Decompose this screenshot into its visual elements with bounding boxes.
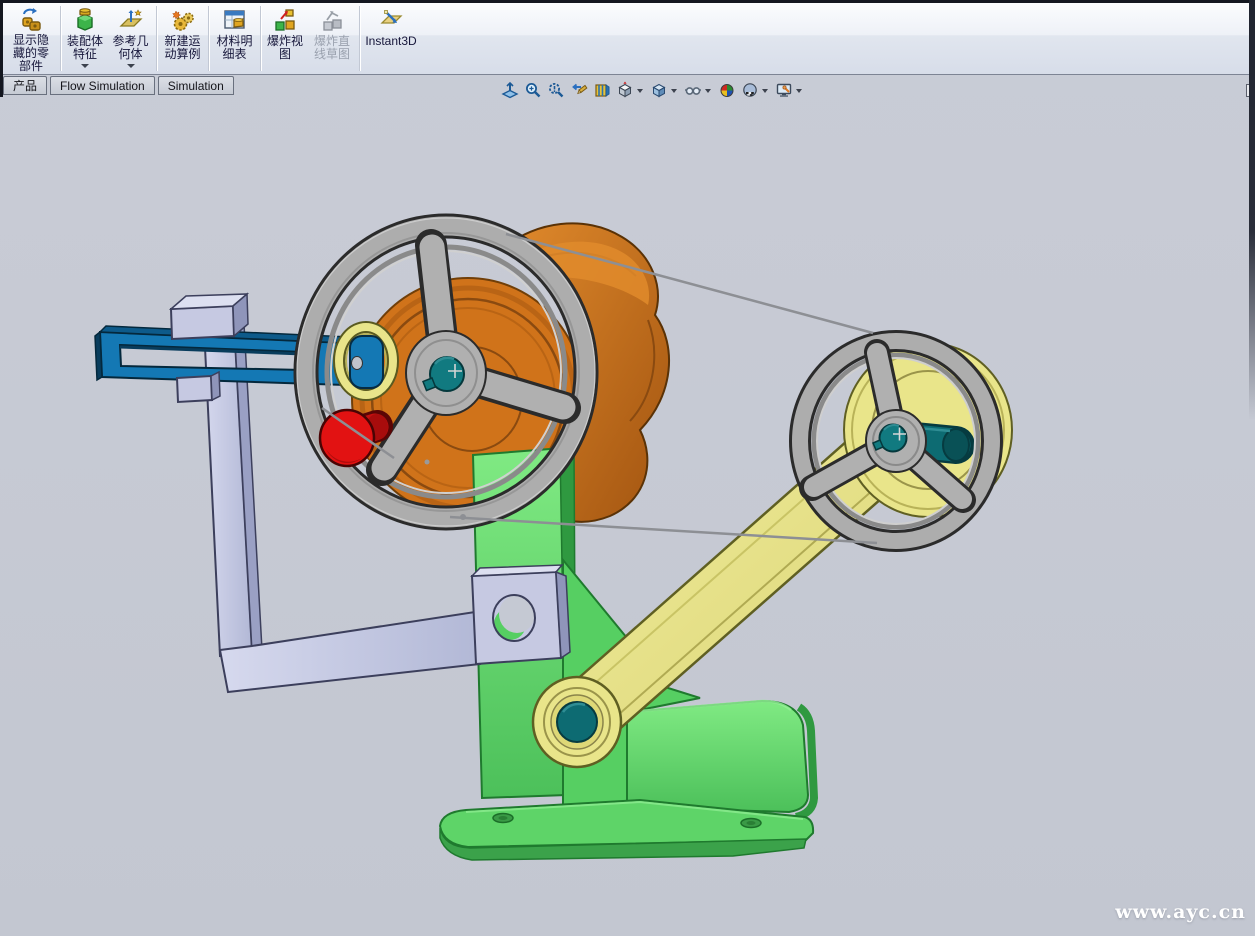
watermark: www.ayc.cn [1115,901,1246,923]
toolbar-separator [60,6,61,71]
toolbar-separator [359,6,360,71]
command-manager: 显示隐 藏的零 部件 装配体 特征 参考几 何体 新建运 动算例 [3,3,1249,75]
button-label: 材料明 细表 [216,35,252,61]
button-label: 新建运 动算例 [164,35,200,61]
assembly-features-button[interactable]: 装配体 特征 [63,3,107,73]
reference-geometry-icon [118,6,144,34]
apply-scene-icon[interactable] [739,80,760,101]
button-label: 装配体 特征 [67,35,103,61]
window-border-left [0,0,3,97]
edit-appearance-icon[interactable] [716,80,737,101]
new-motion-study-button[interactable]: 新建运 动算例 [159,3,206,73]
button-label: Instant3D [365,35,416,48]
solidworks-window: www.ayc.cn 显示隐 藏的零 部件 装配体 特征 参考几 何体 [0,0,1255,936]
exploded-view-icon [272,6,298,34]
zoom-in-out-icon[interactable] [522,80,543,101]
toolbar-separator [156,6,157,71]
dropdown-arrow-icon[interactable] [705,89,711,93]
instant3d-icon [378,6,404,34]
tab-product[interactable]: 产品 [3,76,47,95]
assembly-model[interactable] [0,0,1255,936]
tab-simulation[interactable]: Simulation [158,76,234,95]
explode-line-sketch-button[interactable]: 爆炸直 线草图 [307,3,357,73]
new-motion-study-icon [170,6,196,34]
button-label: 显示隐 藏的零 部件 [13,34,49,73]
zoom-to-fit-icon[interactable] [499,80,520,101]
instant3d-button[interactable]: Instant3D [362,3,420,73]
dropdown-arrow-icon[interactable] [637,89,643,93]
bill-of-materials-button[interactable]: 材料明 细表 [211,3,258,73]
dropdown-arrow-icon[interactable] [127,64,135,68]
show-hidden-components-button[interactable]: 显示隐 藏的零 部件 [4,3,58,73]
dropdown-arrow-icon[interactable] [671,89,677,93]
button-label: 参考几 何体 [112,35,148,61]
dropdown-arrow-icon[interactable] [762,89,768,93]
tab-flow-simulation[interactable]: Flow Simulation [50,76,155,95]
view-settings-icon[interactable] [773,80,794,101]
view-orientation-icon[interactable] [614,80,635,101]
toolbar-separator [208,6,209,71]
reference-geometry-button[interactable]: 参考几 何体 [107,3,154,73]
zoom-to-area-icon[interactable] [545,80,566,101]
3d-viewport[interactable]: www.ayc.cn [0,0,1255,936]
explode-line-sketch-icon [319,6,345,34]
toolbar-separator [260,6,261,71]
heads-up-view-toolbar [498,78,806,102]
button-label: 爆炸视 图 [267,35,303,61]
show-hidden-components-icon [18,6,44,33]
button-label: 爆炸直 线草图 [314,35,350,61]
exploded-view-button[interactable]: 爆炸视 图 [263,3,307,73]
section-view-icon[interactable] [591,80,612,101]
window-border-right [1249,0,1255,420]
previous-view-icon[interactable] [568,80,589,101]
dropdown-arrow-icon[interactable] [796,89,802,93]
hide-show-items-icon[interactable] [682,80,703,101]
window-border-top [0,0,1255,3]
commandmanager-tabs: 产品 Flow Simulation Simulation [3,76,237,96]
dropdown-arrow-icon[interactable] [81,64,89,68]
assembly-features-icon [72,6,98,34]
bill-of-materials-icon [222,6,248,34]
display-style-icon[interactable] [648,80,669,101]
